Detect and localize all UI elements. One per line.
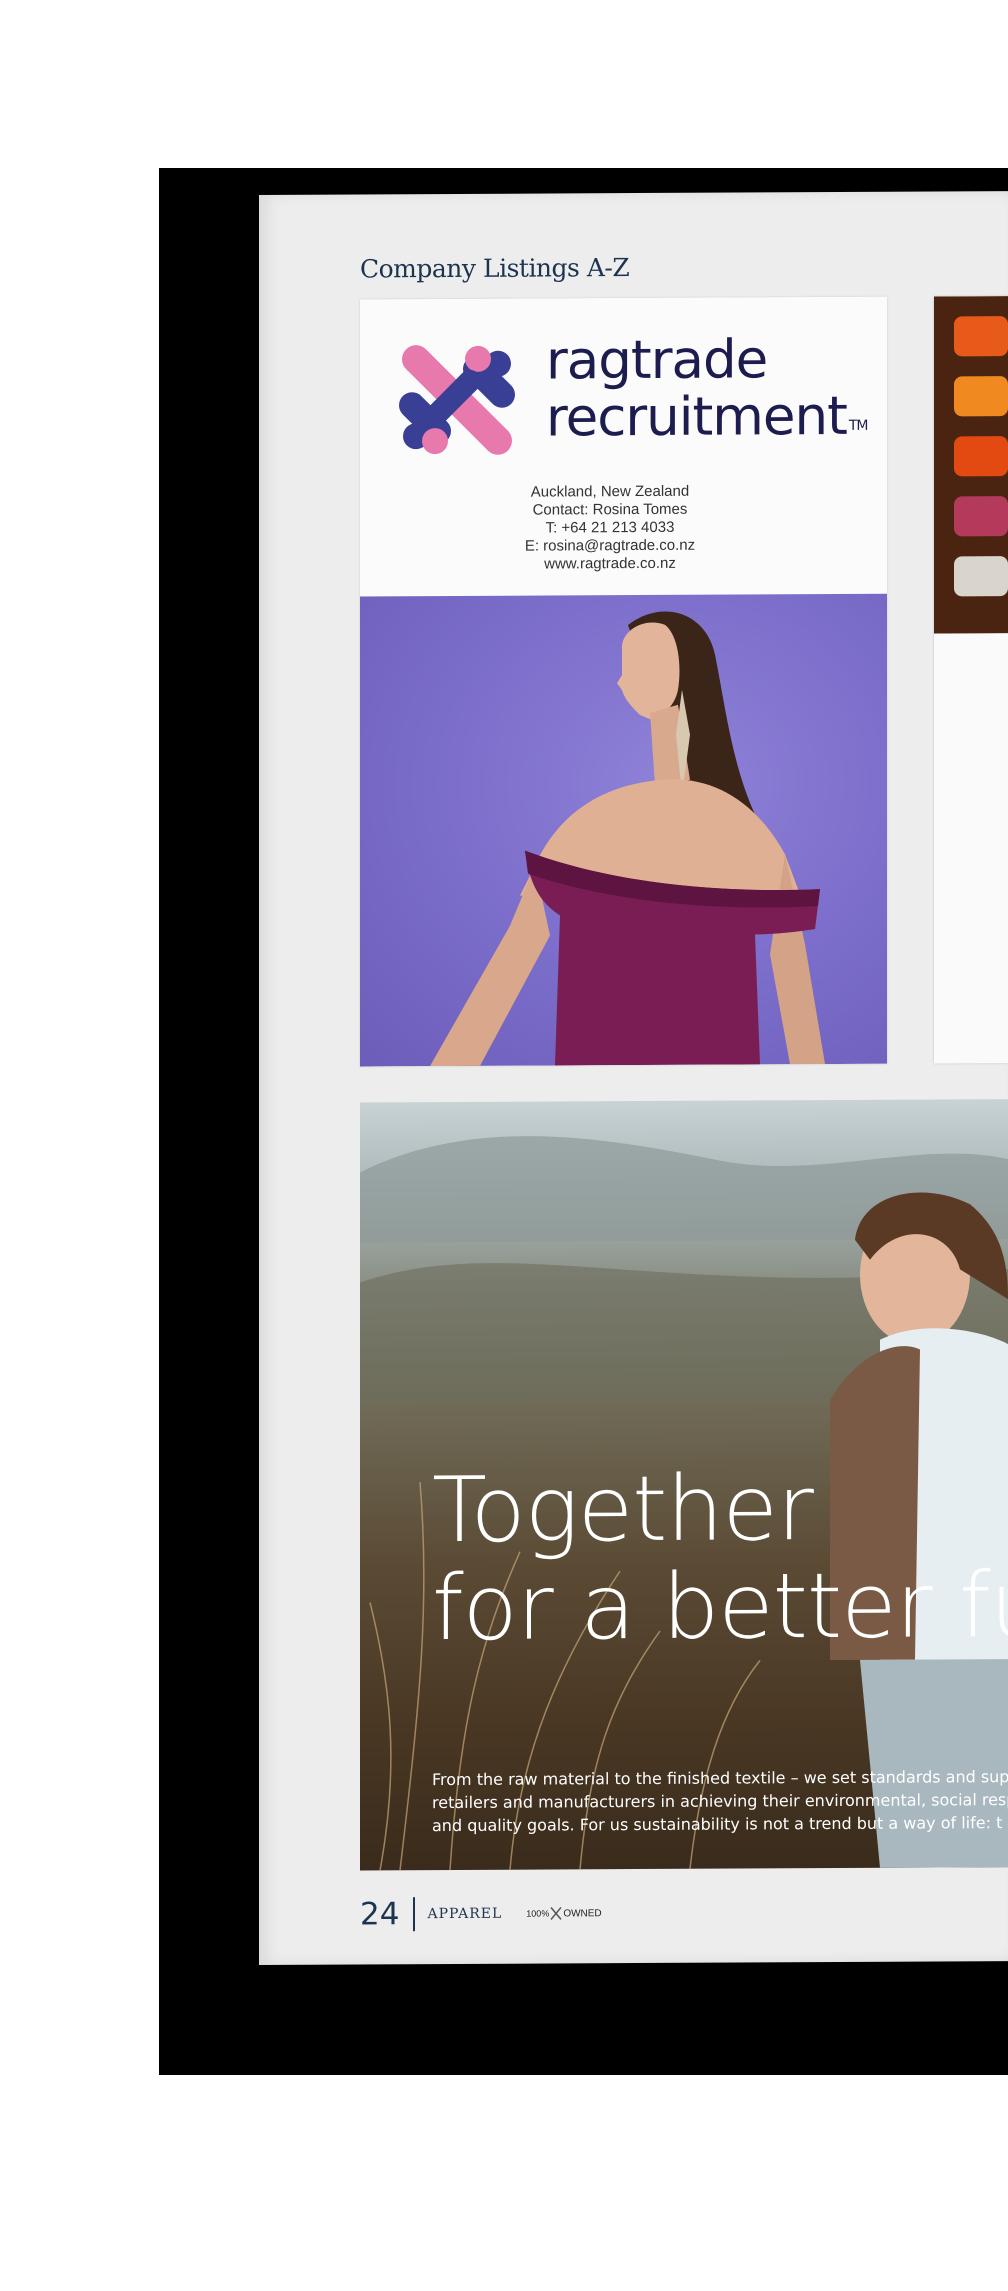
contact-block: Auckland, New Zealand Contact: Rosina To… bbox=[360, 482, 887, 575]
spools-illustration bbox=[934, 296, 1008, 634]
body-line3: and quality goals. For us sustainability… bbox=[432, 1813, 1003, 1836]
ragtrade-ad: ragtrade recruitment TM Auckland, New Zea… bbox=[360, 296, 887, 1067]
ragtrade-logo-icon bbox=[399, 345, 515, 455]
magazine-page: Company Listings A-Z ragtrade recruitmen… bbox=[259, 191, 1008, 1965]
contact-phone: T: +64 21 213 4033 bbox=[545, 518, 675, 537]
headline-line1: Together bbox=[432, 1456, 813, 1564]
trademark: TM bbox=[848, 417, 868, 434]
body-line2: retailers and manufacturers in achieving… bbox=[432, 1789, 1008, 1813]
contact-location: Auckland, New Zealand bbox=[530, 482, 690, 501]
brand-line1: ragtrade bbox=[546, 329, 768, 392]
body-line1: From the raw material to the finished te… bbox=[432, 1766, 1008, 1790]
owned-badge-percent: 100% bbox=[526, 1908, 550, 1919]
ragtrade-wordmark: ragtrade recruitment TM bbox=[546, 329, 868, 449]
brand-line2: recruitment TM bbox=[546, 385, 868, 449]
thread-spools-photo bbox=[934, 296, 1008, 634]
textile-ad: Together for a better fu From the raw ma… bbox=[360, 1099, 1008, 1871]
headline-line2: for a better fu bbox=[432, 1552, 1008, 1662]
contact-name: Contact: Rosina Tomes bbox=[532, 500, 688, 519]
contact-website: www.ragtrade.co.nz bbox=[544, 554, 676, 573]
footer-divider bbox=[413, 1897, 416, 1932]
owned-badge: 100% OWNED bbox=[526, 1905, 602, 1921]
ragtrade-ad-header: ragtrade recruitment TM Auckland, New Zea… bbox=[360, 296, 887, 597]
adjacent-ad bbox=[934, 296, 1008, 1064]
magazine-name: APPAREL bbox=[427, 1905, 503, 1923]
model-illustration bbox=[430, 611, 825, 1067]
textile-headline: Together for a better fu bbox=[432, 1456, 1008, 1662]
page-footer: 24 APPAREL 100% OWNED bbox=[360, 1893, 602, 1934]
contact-email: E: rosina@ragtrade.co.nz bbox=[524, 536, 696, 555]
textile-body: From the raw material to the finished te… bbox=[432, 1765, 1008, 1837]
owned-badge-text: OWNED bbox=[563, 1907, 602, 1919]
model-photo bbox=[360, 593, 887, 1067]
scissors-icon bbox=[550, 1906, 562, 1920]
section-title: Company Listings A-Z bbox=[360, 253, 630, 284]
page-number: 24 bbox=[360, 1896, 400, 1933]
